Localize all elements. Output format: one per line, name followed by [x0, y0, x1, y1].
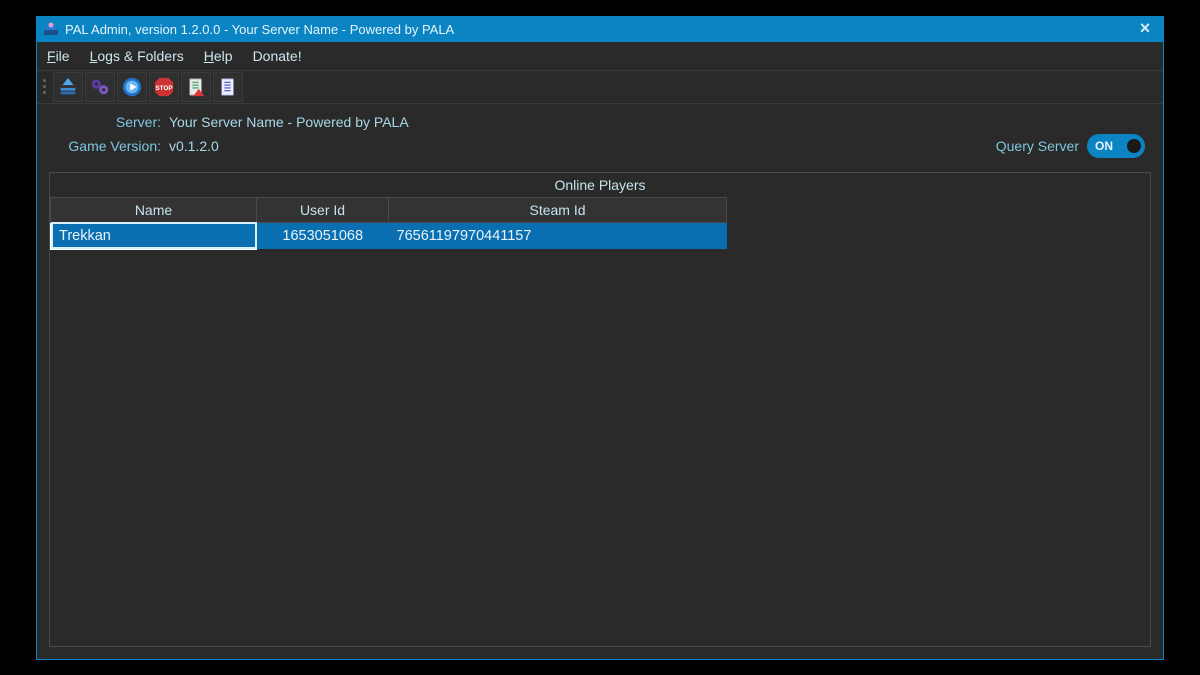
document-alert-icon [185, 76, 207, 98]
toolbar-log-button[interactable] [181, 72, 211, 102]
server-label: Server: [49, 114, 169, 130]
document-list-icon [217, 76, 239, 98]
menu-donate[interactable]: Donate! [251, 46, 304, 66]
info-panel: Server: Your Server Name - Powered by PA… [37, 104, 1163, 166]
toolbar-start-button[interactable] [117, 72, 147, 102]
col-header-userid[interactable]: User Id [257, 197, 389, 222]
upload-icon [57, 76, 79, 98]
toolbar-list-button[interactable] [213, 72, 243, 102]
gears-icon [89, 76, 111, 98]
menu-logs[interactable]: Logs & Folders [88, 46, 186, 66]
toolbar-upload-button[interactable] [53, 72, 83, 102]
col-header-name[interactable]: Name [51, 197, 257, 222]
svg-text:STOP: STOP [155, 84, 173, 91]
toolbar-stop-button[interactable]: STOP [149, 72, 179, 102]
stop-icon: STOP [153, 76, 175, 98]
query-server-toggle[interactable]: ON [1087, 134, 1145, 158]
query-server-label: Query Server [996, 138, 1079, 154]
toolbar-settings-button[interactable] [85, 72, 115, 102]
play-icon [121, 76, 143, 98]
toolbar: STOP [37, 70, 1163, 104]
title-bar: PAL Admin, version 1.2.0.0 - Your Server… [37, 17, 1163, 42]
table-title: Online Players [50, 173, 1150, 197]
toggle-knob [1127, 139, 1141, 153]
app-icon [43, 21, 59, 37]
table-row[interactable]: Trekkan 1653051068 76561197970441157 [51, 222, 727, 249]
players-table: Name User Id Steam Id Trekkan 1653051068… [50, 197, 727, 250]
cell-name: Trekkan [51, 222, 257, 249]
app-window: PAL Admin, version 1.2.0.0 - Your Server… [36, 16, 1164, 660]
version-value: v0.1.2.0 [169, 138, 931, 154]
menu-help[interactable]: Help [202, 46, 235, 66]
version-label: Game Version: [49, 138, 169, 154]
server-value: Your Server Name - Powered by PALA [169, 114, 931, 130]
toggle-on-label: ON [1095, 139, 1113, 153]
menu-bar: File Logs & Folders Help Donate! [37, 42, 1163, 70]
col-header-steamid[interactable]: Steam Id [389, 197, 727, 222]
window-title: PAL Admin, version 1.2.0.0 - Your Server… [65, 22, 454, 37]
cell-steamid: 76561197970441157 [389, 222, 727, 249]
toolbar-grip [41, 74, 49, 100]
menu-file[interactable]: File [45, 46, 72, 66]
table-header-row: Name User Id Steam Id [51, 197, 727, 222]
online-players-panel: Online Players Name User Id Steam Id Tre… [49, 172, 1151, 647]
cell-userid: 1653051068 [257, 222, 389, 249]
close-button[interactable]: × [1135, 19, 1155, 39]
